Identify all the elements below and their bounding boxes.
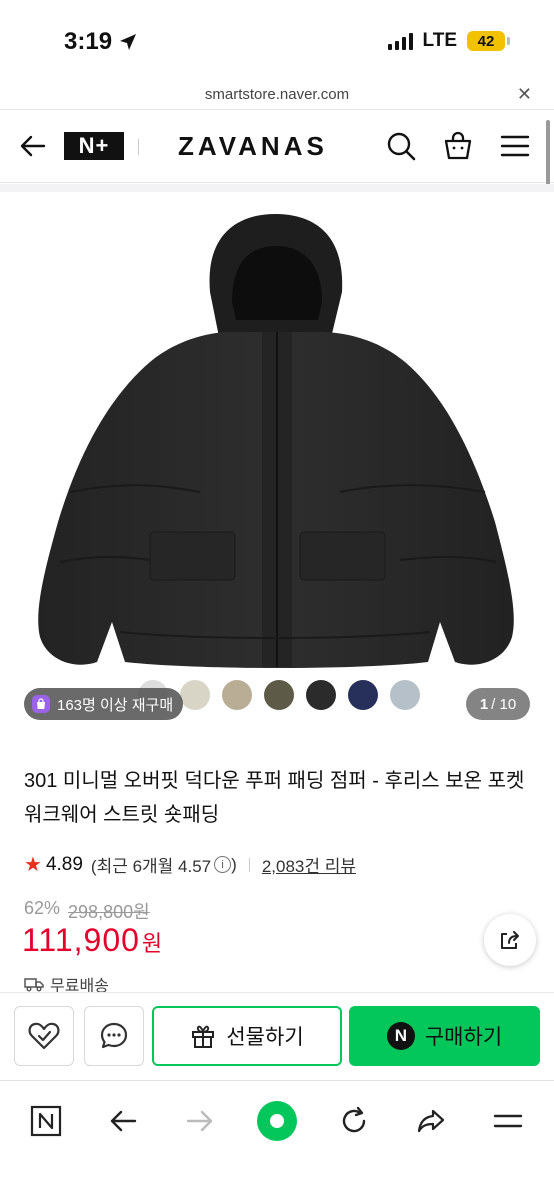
url-bar[interactable]: smartstore.naver.com ✕ (0, 80, 554, 110)
buy-label: 구매하기 (424, 1026, 503, 1049)
purple-bag-icon (32, 695, 50, 713)
status-time: 3:19 (64, 28, 138, 56)
price-unit: 원 (141, 931, 164, 956)
header-shadow (0, 184, 554, 192)
original-price-row: 62% 298,800원 (24, 898, 150, 924)
back-button[interactable] (101, 1099, 145, 1143)
image-counter-current: 1 (479, 695, 489, 713)
battery-level: 42 (467, 31, 505, 51)
store-brand[interactable]: ZAVANAS (178, 131, 328, 162)
arrow-left-icon (110, 1110, 137, 1132)
store-header: N+ ZAVANAS (0, 111, 554, 183)
share-button[interactable] (484, 914, 536, 966)
chat-bubble-icon (100, 1022, 128, 1049)
url-text[interactable]: smartstore.naver.com (0, 86, 554, 103)
battery-icon: 42 (467, 31, 510, 51)
gift-label: 선물하기 (226, 1026, 304, 1049)
rating-recent: (최근 6개월 4.57 (90, 857, 212, 876)
arrow-right-icon (186, 1110, 213, 1132)
color-swatch[interactable] (222, 680, 252, 710)
shopping-bag-icon[interactable] (441, 129, 475, 163)
product-image[interactable] (0, 192, 554, 740)
close-icon[interactable]: ✕ (517, 84, 532, 105)
share-icon (501, 931, 519, 949)
discount-rate: 62% (24, 898, 61, 918)
rating-score: 4.89 (45, 853, 83, 875)
naver-n-icon (30, 1105, 62, 1137)
scrollbar[interactable] (546, 120, 550, 192)
back-arrow-icon[interactable] (18, 131, 48, 161)
gift-button[interactable]: 선물하기 (152, 1006, 342, 1066)
nplus-logo[interactable]: N+ (64, 132, 124, 160)
rating-recent-close: ) (231, 854, 237, 874)
color-swatch[interactable] (390, 680, 420, 710)
color-swatch[interactable] (348, 680, 378, 710)
review-count-link[interactable]: 2,083건 리뷰 (262, 852, 356, 877)
status-bar: 3:19 LTE 42 (0, 0, 554, 80)
signal-icon (387, 32, 413, 50)
info-icon[interactable]: i (214, 856, 232, 873)
jacket-image (38, 214, 514, 668)
rebuy-badge: 163명 이상 재구매 (24, 688, 184, 720)
color-swatch[interactable] (264, 680, 294, 710)
heart-check-icon (28, 1022, 60, 1050)
talk-button[interactable] (84, 1006, 144, 1066)
search-icon[interactable] (384, 129, 418, 163)
gift-icon (192, 1025, 215, 1048)
location-arrow-icon (120, 34, 137, 50)
image-counter: 1 / 10 (466, 688, 530, 720)
green-dot-icon (257, 1101, 297, 1141)
share-arrow-icon (417, 1109, 445, 1133)
menu-icon[interactable] (498, 129, 532, 163)
browser-toolbar (0, 1080, 554, 1200)
wishlist-button[interactable] (14, 1006, 74, 1066)
rebuy-text: 163명 이상 재구매 (57, 696, 174, 714)
naverpay-n-icon: N (386, 1022, 415, 1050)
original-price: 298,800원 (68, 902, 150, 922)
rating-divider (248, 857, 250, 872)
star-icon: ★ (24, 854, 42, 876)
menu-lines-icon (493, 1114, 523, 1128)
browser-menu-button[interactable] (486, 1099, 530, 1143)
share-page-button[interactable] (409, 1099, 453, 1143)
rating-row: ★ 4.89 (최근 6개월 4.57 i ) 2,083건 리뷰 (24, 852, 356, 877)
color-swatch[interactable] (306, 680, 336, 710)
naver-home-button[interactable] (24, 1099, 68, 1143)
truck-icon (24, 978, 44, 992)
sale-price-value: 111,900 (22, 922, 140, 958)
forward-button[interactable] (178, 1099, 222, 1143)
time-text: 3:19 (64, 28, 113, 55)
product-title: 301 미니멀 오버핏 덕다운 푸퍼 패딩 점퍼 - 후리스 보온 포켓 워크웨… (24, 770, 525, 826)
network-type: LTE (422, 30, 457, 51)
header-divider (138, 139, 139, 155)
purchase-bar: 선물하기 N 구매하기 (0, 992, 554, 1080)
refresh-icon (342, 1106, 366, 1133)
green-dot-button[interactable] (255, 1099, 299, 1143)
color-swatch[interactable] (180, 680, 210, 710)
buy-button[interactable]: N 구매하기 (349, 1006, 540, 1066)
image-counter-total: / 10 (491, 695, 517, 713)
reload-button[interactable] (332, 1099, 376, 1143)
sale-price: 111,900원 (22, 922, 163, 959)
